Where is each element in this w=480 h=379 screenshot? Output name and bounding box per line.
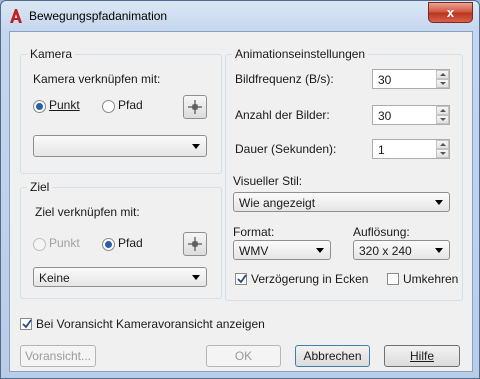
- corner-delay-label[interactable]: Verzögerung in Ecken: [251, 272, 368, 286]
- animation-group-title: Animationseinstellungen: [232, 47, 369, 61]
- target-link-label: Ziel verknüpfen mit:: [35, 205, 140, 219]
- reverse-checkbox[interactable]: [387, 273, 399, 285]
- frame-count-down-button[interactable]: [436, 115, 449, 124]
- preview-button[interactable]: Voransicht...: [20, 345, 96, 367]
- checkmark-icon: [237, 274, 247, 284]
- framerate-spinner[interactable]: 30: [372, 69, 450, 89]
- visual-style-combo[interactable]: Wie angezeigt: [233, 192, 450, 212]
- title-bar[interactable]: Bewegungspfadanimation x: [1, 1, 479, 31]
- preview-camera-checkbox[interactable]: [20, 318, 32, 330]
- crosshair-pick-icon: [188, 237, 202, 251]
- help-button-label: Hilfe: [409, 349, 434, 363]
- autocad-a-icon: [8, 8, 24, 24]
- target-path-label[interactable]: Pfad: [118, 236, 143, 250]
- preview-camera-label[interactable]: Bei Voransicht Kameravoransicht anzeigen: [36, 317, 265, 331]
- target-group: Ziel Ziel verknüpfen mit: Punkt Pfad Kei…: [20, 180, 222, 299]
- animation-settings-group: Animationseinstellungen Bildfrequenz (B/…: [225, 47, 463, 301]
- crosshair-pick-icon: [188, 100, 202, 114]
- ok-button-label: OK: [234, 349, 253, 363]
- camera-point-label[interactable]: Punkt: [49, 98, 80, 112]
- target-path-radio[interactable]: [102, 238, 115, 251]
- camera-group: Kamera Kamera verknüpfen mit: Punkt Pfad: [20, 47, 222, 174]
- chevron-down-icon: [435, 200, 443, 205]
- target-pick-button[interactable]: [183, 232, 207, 256]
- duration-value: 1: [378, 143, 385, 157]
- chevron-down-icon: [192, 144, 200, 149]
- target-point-radio[interactable]: [33, 238, 46, 251]
- framerate-label: Bildfrequenz (B/s):: [235, 72, 334, 86]
- chevron-down-icon: [316, 248, 324, 253]
- target-group-title: Ziel: [27, 180, 53, 194]
- duration-up-button[interactable]: [436, 140, 449, 149]
- chevron-down-icon: [192, 275, 200, 280]
- chevron-down-icon: [435, 248, 443, 253]
- camera-pick-button[interactable]: [183, 95, 207, 119]
- checkmark-icon: [22, 319, 32, 329]
- visual-style-label: Visueller Stil:: [233, 174, 303, 188]
- framerate-value: 30: [378, 73, 392, 87]
- camera-path-label[interactable]: Pfad: [118, 98, 143, 112]
- camera-path-combo[interactable]: [33, 135, 207, 157]
- close-button[interactable]: x: [428, 2, 473, 23]
- duration-spinner[interactable]: 1: [372, 139, 450, 159]
- resolution-value: 320 x 240: [359, 244, 412, 258]
- duration-label: Dauer (Sekunden):: [235, 142, 337, 156]
- camera-path-radio[interactable]: [102, 100, 115, 113]
- frame-count-label: Anzahl der Bilder:: [235, 108, 330, 122]
- framerate-up-button[interactable]: [436, 70, 449, 79]
- dialog-window: Bewegungspfadanimation x Kamera Kamera v…: [0, 0, 480, 379]
- camera-group-title: Kamera: [27, 47, 76, 61]
- reverse-label[interactable]: Umkehren: [403, 272, 458, 286]
- duration-down-button[interactable]: [436, 149, 449, 158]
- format-value: WMV: [239, 244, 269, 258]
- cancel-button[interactable]: Abbrechen: [295, 345, 370, 367]
- format-combo[interactable]: WMV: [233, 240, 331, 260]
- corner-delay-checkbox[interactable]: [235, 273, 247, 285]
- target-point-label[interactable]: Punkt: [49, 236, 80, 250]
- window-title: Bewegungspfadanimation: [29, 9, 168, 23]
- help-button[interactable]: Hilfe: [384, 345, 460, 367]
- camera-link-label: Kamera verknüpfen mit:: [33, 72, 161, 86]
- resolution-combo[interactable]: 320 x 240: [353, 240, 450, 260]
- preview-button-label: Voransicht...: [24, 349, 92, 363]
- frame-count-value: 30: [378, 109, 392, 123]
- format-label: Format:: [233, 225, 275, 239]
- resolution-label: Auflösung:: [353, 225, 410, 239]
- camera-point-radio[interactable]: [33, 100, 46, 113]
- frame-count-up-button[interactable]: [436, 106, 449, 115]
- cancel-button-label: Abbrechen: [303, 349, 362, 363]
- target-path-combo[interactable]: Keine: [33, 267, 207, 287]
- ok-button[interactable]: OK: [206, 345, 281, 367]
- framerate-down-button[interactable]: [436, 79, 449, 88]
- target-combo-value: Keine: [39, 271, 70, 285]
- visual-style-value: Wie angezeigt: [239, 196, 316, 210]
- dialog-client-area: Kamera Kamera verknüpfen mit: Punkt Pfad…: [9, 31, 473, 372]
- close-icon: x: [446, 5, 455, 20]
- frame-count-spinner[interactable]: 30: [372, 105, 450, 125]
